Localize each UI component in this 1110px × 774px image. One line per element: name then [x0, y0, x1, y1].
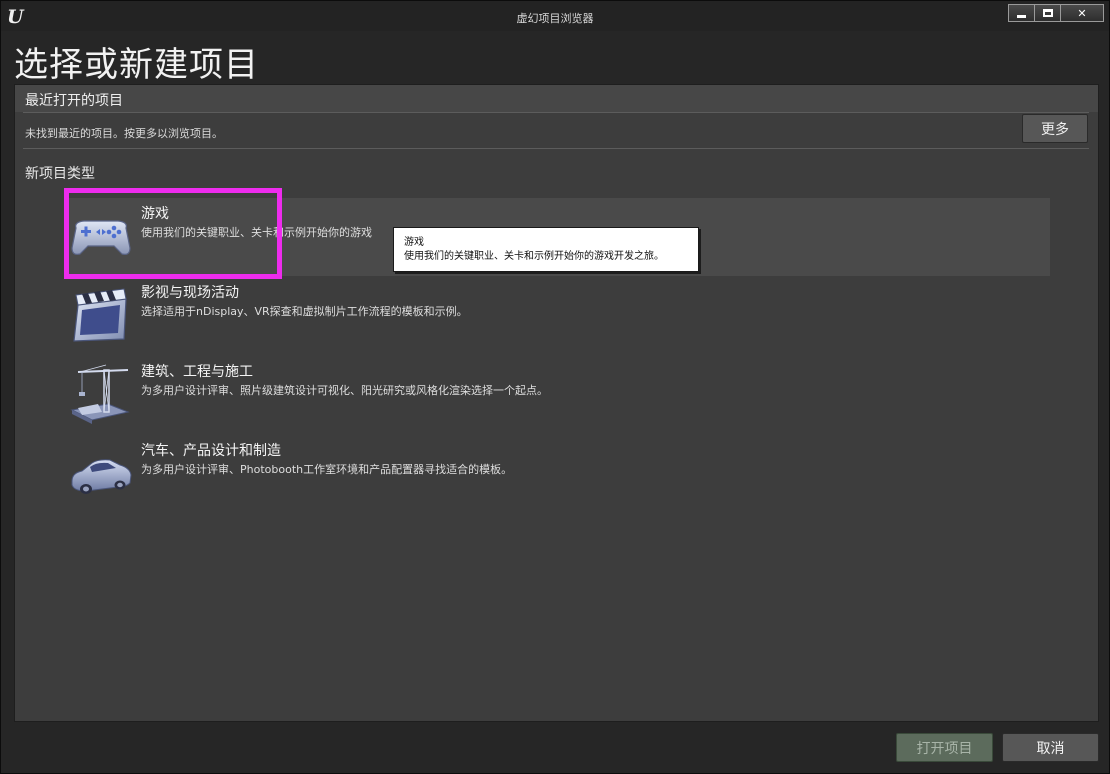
- tooltip-body: 使用我们的关键职业、关卡和示例开始你的游戏开发之旅。: [404, 251, 664, 262]
- recent-projects-header: 最近打开的项目: [15, 85, 1098, 112]
- project-type-name: 汽车、产品设计和制造: [141, 443, 281, 459]
- project-type-name: 影视与现场活动: [141, 285, 239, 301]
- open-project-button[interactable]: 打开项目: [896, 733, 993, 762]
- divider: [23, 112, 1089, 113]
- close-icon: ✕: [1077, 6, 1087, 20]
- page-title: 选择或新建项目: [14, 45, 259, 85]
- close-button[interactable]: ✕: [1061, 5, 1103, 21]
- project-type-description: 为多用户设计评审、Photobooth工作室环境和产品配置器寻找适合的模板。: [141, 463, 513, 476]
- project-types-title: 新项目类型: [25, 166, 95, 182]
- project-type-automotive[interactable]: 汽车、产品设计和制造 为多用户设计评审、Photobooth工作室环境和产品配置…: [65, 435, 1050, 513]
- project-type-description: 使用我们的关键职业、关卡和示例开始你的游戏: [141, 226, 372, 239]
- project-type-name: 游戏: [141, 206, 169, 222]
- tooltip-title: 游戏: [404, 237, 424, 248]
- recent-projects-title: 最近打开的项目: [25, 93, 123, 109]
- project-browser-window: U 虚幻项目浏览器 ✕ 选择或新建项目 最近打开的项目 未找到最近的项目。按更多…: [0, 0, 1110, 774]
- window-controls: ✕: [1008, 4, 1104, 22]
- project-type-name: 建筑、工程与施工: [141, 364, 253, 380]
- project-type-description: 选择适用于nDisplay、VR探查和虚拟制片工作流程的模板和示例。: [141, 305, 468, 318]
- project-type-architecture[interactable]: 建筑、工程与施工 为多用户设计评审、照片级建筑设计可视化、阳光研究或风格化渲染选…: [65, 356, 1050, 434]
- project-type-film[interactable]: 影视与现场活动 选择适用于nDisplay、VR探查和虚拟制片工作流程的模板和示…: [65, 277, 1050, 355]
- gamepad-icon: [71, 220, 131, 255]
- more-button[interactable]: 更多: [1022, 114, 1088, 143]
- tooltip: 游戏 使用我们的关键职业、关卡和示例开始你的游戏开发之旅。: [393, 227, 699, 272]
- crane-icon: [70, 364, 130, 424]
- minimize-button[interactable]: [1009, 5, 1035, 21]
- window-title: 虚幻项目浏览器: [516, 12, 594, 25]
- title-bar[interactable]: U 虚幻项目浏览器 ✕: [1, 1, 1109, 31]
- minimize-icon: [1017, 14, 1026, 18]
- divider: [23, 148, 1089, 149]
- cancel-button[interactable]: 取消: [1002, 733, 1099, 762]
- maximize-icon: [1042, 9, 1053, 17]
- main-panel: 最近打开的项目 未找到最近的项目。按更多以浏览项目。 更多 新项目类型 游戏 使…: [14, 84, 1099, 722]
- recent-empty-message: 未找到最近的项目。按更多以浏览项目。: [25, 127, 223, 140]
- project-type-description: 为多用户设计评审、照片级建筑设计可视化、阳光研究或风格化渲染选择一个起点。: [141, 384, 548, 397]
- car-icon: [71, 459, 132, 494]
- clapperboard-icon: [73, 288, 127, 342]
- maximize-button[interactable]: [1035, 5, 1061, 21]
